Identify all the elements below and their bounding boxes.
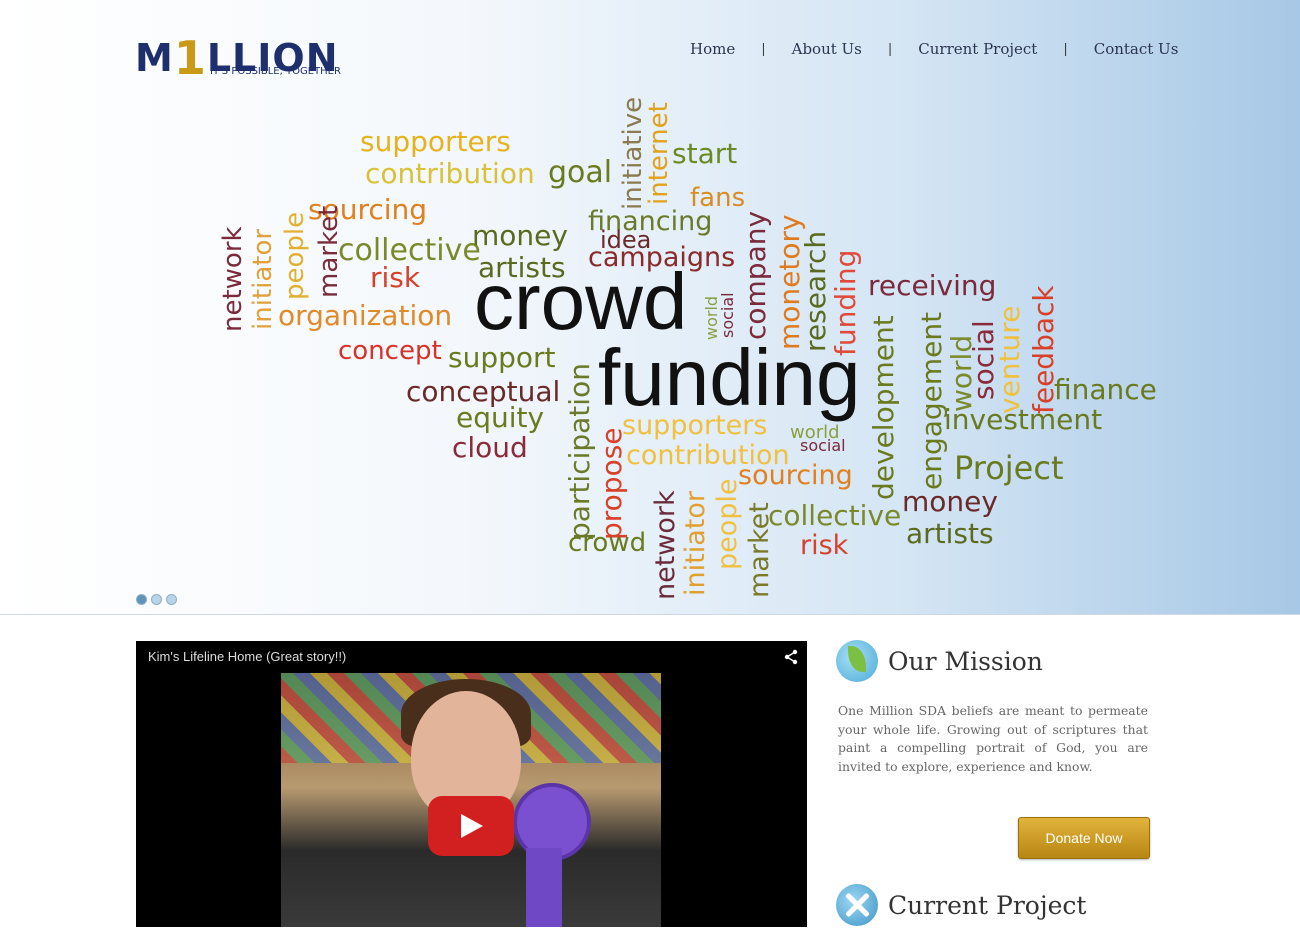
cloud-word: network [218,226,248,332]
cloud-word: supporters [360,125,511,158]
cloud-word: risk [370,261,421,294]
cloud-word: Project [954,449,1064,487]
cloud-word: concept [338,336,442,366]
cloud-word: engagement [915,311,948,490]
cloud-word: investment [944,403,1103,436]
cloud-word: internet [644,102,674,205]
donate-button[interactable]: Donate Now [1018,817,1150,859]
cloud-word: money [472,219,568,252]
cloud-word: organization [278,299,453,332]
cloud-word: risk [800,530,849,561]
cloud-word: network [650,490,681,600]
leaf-icon [836,640,878,682]
cloud-word: participation [563,363,596,540]
current-project-header: Current Project [836,884,1086,926]
cloud-word: initiative [618,96,648,210]
cloud-word: start [672,137,738,170]
cloud-word: cloud [452,431,528,464]
cloud-word: venture [993,305,1026,414]
word-cloud: supporters contribution goal start initi… [0,0,1300,614]
cloud-word: money [902,485,998,518]
cloud-word: people [712,478,743,570]
cloud-word: collective [768,499,902,532]
cloud-word-crowd: crowd [474,257,688,346]
cloud-word: goal [548,155,613,190]
slider-dots [136,594,177,605]
mission-header: Our Mission [836,640,1148,682]
slider-dot[interactable] [151,594,162,605]
cloud-word: artists [906,517,994,550]
cloud-word: people [280,211,310,300]
cloud-word: sourcing [738,460,853,491]
cloud-word: receiving [868,269,997,302]
cloud-word: market [744,502,775,598]
cloud-word-funding: funding [598,333,861,422]
cloud-word: contribution [365,157,535,190]
thumbnail-ribbon-tail [526,848,562,927]
share-icon[interactable] [783,649,799,665]
current-project-title: Current Project [888,890,1087,920]
cloud-word: initiator [680,491,711,596]
cloud-word: initiator [248,228,278,330]
video-title[interactable]: Kim's Lifeline Home (Great story!!) [148,649,346,664]
mission-title: Our Mission [888,646,1043,676]
tools-icon [836,884,878,926]
hero-banner: M1LLION IT'S POSSIBLE, TOGETHER Home | A… [0,0,1300,615]
mission-text: One Million SDA beliefs are meant to per… [838,703,1148,774]
cloud-word: crowd [568,528,647,558]
slider-dot[interactable] [166,594,177,605]
cloud-word: propose [595,427,628,540]
slider-dot[interactable] [136,594,147,605]
cloud-word: social [718,292,737,338]
cloud-word: supporters [622,410,768,441]
sidebar: Our Mission One Million SDA beliefs are … [836,640,1150,926]
video-player[interactable]: Kim's Lifeline Home (Great story!!) [136,641,807,927]
play-button[interactable] [428,796,514,856]
cloud-word: development [867,315,900,500]
cloud-word: finance [1054,373,1157,406]
cloud-word: social [800,436,846,455]
cloud-word: equity [456,401,545,434]
cloud-word: support [448,341,556,374]
cloud-word: company [739,210,772,340]
